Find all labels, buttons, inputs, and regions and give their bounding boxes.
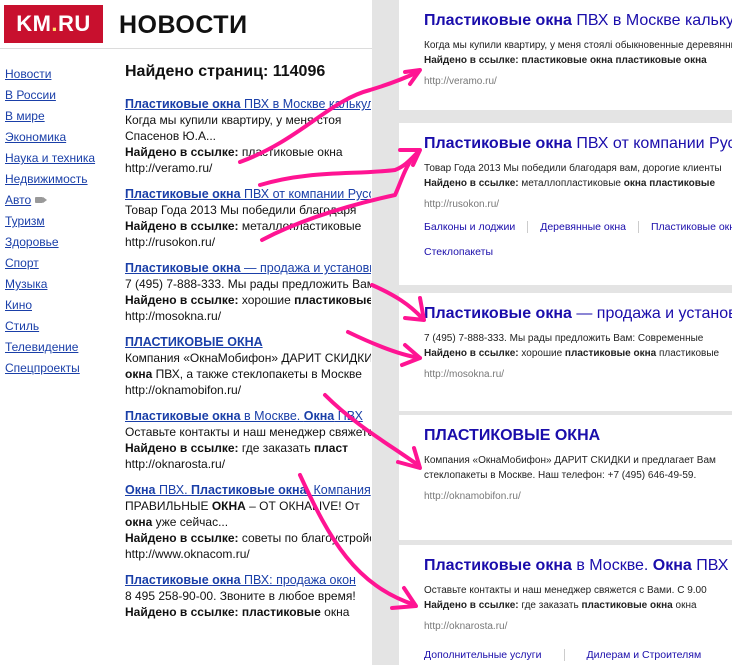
kmru-results-list: Пластиковые окна ПВХ в Москве калькулято… [125, 96, 371, 630]
kmru-logo[interactable]: KM.RU [4, 5, 103, 43]
google-result-snippet: Найдено в ссылке: металлопластиковые окн… [424, 178, 716, 189]
google-result-snippet: Найдено в ссылке: где заказать пластиков… [424, 600, 697, 611]
nav-item[interactable]: Музыка [5, 274, 95, 295]
nav-item[interactable]: Стиль [5, 316, 95, 337]
search-result: Пластиковые окна — продажа и установка 7 … [125, 260, 371, 324]
google-result-snippet: Когда мы купили квартиру, у меня стоялі … [424, 40, 732, 51]
result-url: http://oknarosta.ru/ [125, 457, 226, 471]
result-found-in-link: Найдено в ссылке: пластиковые окна [125, 605, 350, 619]
result-found-in-link: Найдено в ссылке: советы по благоустройс… [125, 531, 371, 545]
google-result-snippet: Компания «ОкнаМобифон» ДАРИТ СКИДКИ и пр… [424, 455, 716, 466]
result-title-link[interactable]: Пластиковые окна ПВХ в Москве калькулято… [125, 96, 371, 112]
nav-item[interactable]: Наука и техника [5, 148, 95, 169]
google-result-title[interactable]: Пластиковые окна в Москве. Окна ПВХ [424, 555, 732, 577]
result-snippet: Спасенов Ю.А... [125, 129, 216, 143]
result-url: http://veramo.ru/ [125, 161, 213, 175]
nav-item[interactable]: Кино [5, 295, 95, 316]
result-snippet: 8 495 258-90-00. Звоните в любое время! [125, 589, 356, 603]
result-title-link[interactable]: Окна ПВХ. Пластиковые окна. Компания [125, 482, 371, 498]
results-count: Найдено страниц: 114096 [125, 63, 326, 80]
google-result-snippet: Найдено в ссылке: пластиковые окна пласт… [424, 55, 707, 66]
result-found-in-link: Найдено в ссылке: пластиковые окна [125, 145, 343, 159]
sitelink-separator [563, 649, 565, 662]
google-result-card: ПЛАСТИКОВЫЕ ОКНА Компания «ОкнаМобифон» Д… [399, 415, 732, 540]
sitelink[interactable]: Дилерам и Строителям [587, 648, 702, 663]
result-snippet: Оставьте контакты и наш менеджер свяжетс… [125, 425, 371, 439]
google-result-url: http://oknamobifon.ru/ [424, 491, 521, 502]
google-result-card: Пластиковые окна в Москве. Окна ПВХ Остав… [399, 545, 732, 665]
google-result-url: http://oknarosta.ru/ [424, 621, 508, 632]
google-result-snippet: 7 (495) 7-888-333. Мы рады предложить Ва… [424, 333, 704, 344]
section-title: НОВОСТИ [119, 11, 248, 39]
sitelinks-row: Стеклопакеты [424, 245, 732, 260]
google-result-snippet: Найдено в ссылке: хорошие пластиковые ок… [424, 348, 720, 359]
nav-item[interactable]: Телевидение [5, 337, 95, 358]
nav-item[interactable]: Туризм [5, 211, 95, 232]
sitelinks-row: Дополнительные услуги Дилерам и Строителя… [424, 648, 732, 663]
result-snippet: Когда мы купили квартиру, у меня стоя [125, 113, 342, 127]
sitelink[interactable]: Балконы и лоджии [424, 220, 515, 235]
search-result: Пластиковые окна ПВХ в Москве калькулято… [125, 96, 371, 176]
result-snippet: Компания «ОкнаМобифон» ДАРИТ СКИДКИ и пр… [125, 351, 371, 365]
nav-item[interactable]: Недвижимость [5, 169, 95, 190]
result-found-in-link: Найдено в ссылке: хорошие пластиковые [125, 293, 371, 307]
sitelink[interactable]: Пластиковые окна [651, 220, 732, 235]
google-result-snippet: Оставьте контакты и наш менеджер свяжетс… [424, 585, 707, 596]
video-camera-icon [35, 197, 48, 203]
nav-item[interactable]: В мире [5, 106, 95, 127]
nav-item[interactable]: Спецпроекты [5, 358, 95, 379]
sitelink[interactable]: Деревянные окна [540, 220, 626, 235]
search-result: Пластиковые окна ПВХ: продажа окон 8 495 … [125, 572, 371, 620]
result-title-link[interactable]: Пластиковые окна — продажа и установка [125, 260, 371, 276]
nav-item[interactable]: Новости [5, 64, 95, 85]
result-title-link[interactable]: Пластиковые окна в Москве. Окна ПВХ [125, 408, 371, 424]
nav-item[interactable]: В России [5, 85, 95, 106]
google-result-card: Пластиковые окна ПВХ от компании Русокон… [399, 123, 732, 285]
sitelink[interactable]: Дополнительные услуги [424, 648, 542, 663]
header-divider [0, 48, 372, 49]
left-nav: Новости В России В мире Экономика Наука … [5, 64, 95, 379]
sitelink[interactable]: Стеклопакеты [424, 245, 493, 260]
google-result-title[interactable]: Пластиковые окна ПВХ от компании Русокон [424, 133, 732, 155]
result-snippet: окна уже сейчас... [125, 515, 229, 529]
google-results-pane: Пластиковые окна ПВХ в Москве калькулято… [372, 0, 732, 665]
result-url: http://oknamobifon.ru/ [125, 383, 242, 397]
result-found-in-link: Найдено в ссылке: где заказать пласт [125, 441, 349, 455]
result-title-link[interactable]: Пластиковые окна ПВХ от компании Русокон [125, 186, 371, 202]
result-title-link[interactable]: ПЛАСТИКОВЫЕ ОКНА [125, 334, 371, 350]
result-snippet: окна ПВХ, а также стеклопакеты в Москве [125, 367, 362, 381]
google-result-card: Пластиковые окна — продажа и установка 7 … [399, 293, 732, 411]
google-result-title[interactable]: ПЛАСТИКОВЫЕ ОКНА [424, 425, 732, 447]
result-found-in-link: Найдено в ссылке: металлопластиковые [125, 219, 362, 233]
google-result-card: Пластиковые окна ПВХ в Москве калькулято… [399, 0, 732, 110]
kmru-page: KM.RU НОВОСТИ Новости В России В мире Эк… [0, 0, 372, 665]
sitelinks-row: Балконы и лоджии Деревянные окна Пластиков… [424, 220, 732, 235]
nav-item[interactable]: Авто [5, 190, 95, 211]
result-title-link[interactable]: Пластиковые окна ПВХ: продажа окон [125, 572, 371, 588]
google-result-title[interactable]: Пластиковые окна — продажа и установка [424, 303, 732, 325]
result-snippet: ПРАВИЛЬНЫЕ ОКНА – ОТ ОКНАLIVE! От [125, 499, 360, 513]
sitelink-separator [527, 221, 529, 234]
nav-item[interactable]: Экономика [5, 127, 95, 148]
sitelink-separator [637, 221, 639, 234]
search-result: Окна ПВХ. Пластиковые окна. Компания ПРАВ… [125, 482, 371, 562]
search-result: Пластиковые окна ПВХ от компании Русокон… [125, 186, 371, 250]
google-result-url: http://rusokon.ru/ [424, 199, 500, 210]
result-url: http://mosokna.ru/ [125, 309, 222, 323]
result-snippet: Товар Года 2013 Мы победили благодаря [125, 203, 357, 217]
google-result-title[interactable]: Пластиковые окна ПВХ в Москве калькулято… [424, 10, 732, 32]
result-snippet: 7 (495) 7-888-333. Мы рады предложить Ва… [125, 277, 371, 291]
google-result-snippet: Товар Года 2013 Мы победили благодаря ва… [424, 163, 722, 174]
google-result-snippet: стеклопакеты в Москве. Наш телефон: +7 (… [424, 470, 697, 481]
result-url: http://rusokon.ru/ [125, 235, 216, 249]
search-result: ПЛАСТИКОВЫЕ ОКНА Компания «ОкнаМобифон» Д… [125, 334, 371, 398]
google-result-url: http://mosokna.ru/ [424, 369, 505, 380]
google-result-url: http://veramo.ru/ [424, 76, 497, 87]
nav-item[interactable]: Спорт [5, 253, 95, 274]
result-url: http://www.oknacom.ru/ [125, 547, 250, 561]
search-result: Пластиковые окна в Москве. Окна ПВХ Остав… [125, 408, 371, 472]
nav-item[interactable]: Здоровье [5, 232, 95, 253]
